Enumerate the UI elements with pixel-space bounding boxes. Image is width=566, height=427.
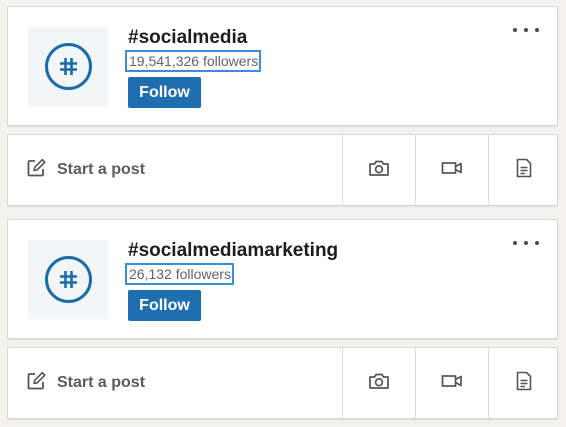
edit-icon (26, 158, 46, 183)
hashtag-icon (44, 256, 92, 303)
hashtag-title[interactable]: #socialmedia (128, 27, 247, 49)
start-post-label: Start a post (57, 161, 146, 178)
start-post-bar: Start a post (7, 134, 558, 206)
add-photo-button[interactable] (342, 348, 415, 418)
add-video-button[interactable] (415, 135, 488, 205)
hashtag-card-socialmediamarketing: #socialmediamarketing 26,132 followers F… (7, 219, 558, 339)
start-post-button[interactable]: Start a post (8, 348, 342, 418)
more-dot (513, 241, 517, 245)
video-icon (441, 160, 463, 181)
add-video-button[interactable] (415, 348, 488, 418)
hashtag-thumbnail[interactable] (28, 240, 108, 319)
start-post-bar: Start a post (7, 347, 558, 419)
edit-icon (26, 371, 46, 396)
add-photo-button[interactable] (342, 135, 415, 205)
add-document-button[interactable] (488, 135, 559, 205)
hashtag-thumbnail[interactable] (28, 27, 108, 106)
follower-count: 26,132 followers (125, 263, 234, 285)
more-dot (535, 241, 539, 245)
more-options-icon[interactable] (513, 234, 539, 252)
follow-button[interactable]: Follow (128, 77, 201, 108)
more-dot (524, 28, 528, 32)
more-options-icon[interactable] (513, 21, 539, 39)
start-post-label: Start a post (57, 374, 146, 391)
hashtag-icon (44, 43, 92, 90)
start-post-button[interactable]: Start a post (8, 135, 342, 205)
camera-icon (368, 372, 390, 395)
video-icon (441, 373, 463, 394)
hashtag-title[interactable]: #socialmediamarketing (128, 240, 338, 262)
follow-button[interactable]: Follow (128, 290, 201, 321)
camera-icon (368, 159, 390, 182)
follower-count: 19,541,326 followers (125, 50, 262, 72)
hashtag-card-socialmedia: #socialmedia 19,541,326 followers Follow (7, 6, 558, 126)
document-icon (515, 158, 533, 183)
more-dot (535, 28, 539, 32)
document-icon (515, 371, 533, 396)
more-dot (513, 28, 517, 32)
more-dot (524, 241, 528, 245)
add-document-button[interactable] (488, 348, 559, 418)
